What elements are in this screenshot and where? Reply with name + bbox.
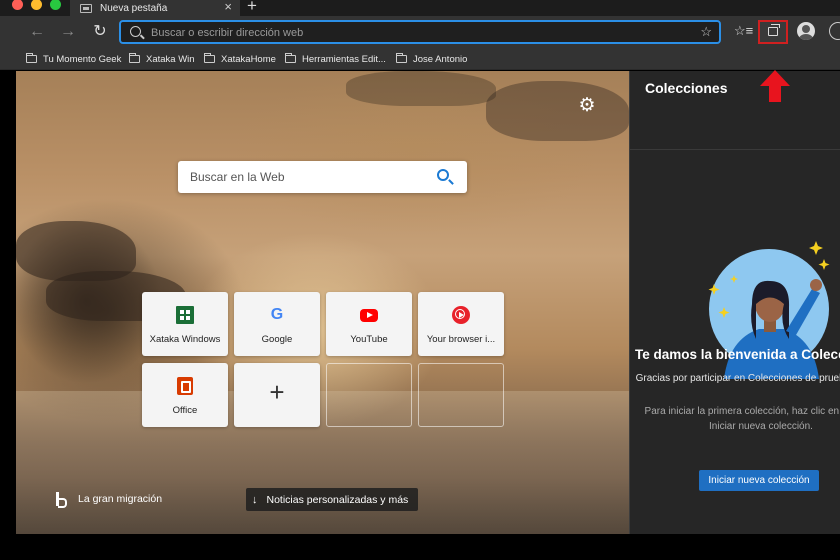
folder-icon (396, 53, 407, 63)
profile-avatar-icon[interactable] (797, 22, 815, 40)
search-icon[interactable] (437, 169, 449, 181)
xataka-windows-icon (176, 306, 194, 324)
thanks-text: Gracias por participar en Colecciones de… (635, 373, 840, 384)
screen: Nueva pestaña × + ← → ↻ ☆ ☆≡ Tu Momento … (0, 0, 840, 560)
add-quick-link-button[interactable]: + (234, 363, 320, 427)
quick-link-label: Google (261, 334, 293, 345)
close-window-button[interactable] (12, 0, 23, 10)
address-input[interactable] (151, 24, 681, 41)
quick-link-office[interactable]: Office (142, 363, 228, 427)
quick-link-youtube[interactable]: YouTube (326, 292, 412, 356)
window-bottom-edge (0, 534, 840, 560)
collections-button[interactable] (758, 20, 788, 44)
youtube-icon (360, 309, 378, 322)
collections-pane: Colecciones Te damos la bienvenida a Col… (629, 71, 840, 534)
empty-quick-link-slot (326, 363, 412, 427)
bookmark-label: Tu Momento Geek (43, 53, 122, 65)
favorite-star-icon[interactable]: ☆ (700, 24, 712, 40)
add-icon: + (269, 377, 285, 407)
bookmark-herramientas[interactable]: Herramientas Edit... (285, 51, 386, 67)
welcome-heading: Te damos la bienvenida a Colecciones (635, 347, 840, 362)
folder-icon (204, 53, 215, 63)
quick-link-label: YouTube (350, 334, 388, 345)
bookmark-label: Jose Antonio (413, 53, 468, 65)
tab-title: Nueva pestaña (100, 2, 168, 14)
start-new-collection-button[interactable]: Iniciar nueva colección (699, 470, 819, 491)
minimize-window-button[interactable] (31, 0, 42, 10)
bookmark-tu-momento-geek[interactable]: Tu Momento Geek (26, 51, 121, 67)
collections-header: Colecciones (630, 71, 840, 150)
favorites-list-icon[interactable]: ☆≡ (734, 23, 753, 39)
toolbar: ← → ↻ ☆ ☆≡ (0, 16, 840, 48)
new-tab-page-icon (80, 3, 92, 13)
hint-text: Para iniciar la primera colección, haz c… (644, 406, 840, 432)
new-tab-page: ⚙ Xataka Windows G Google YouTube Your b… (16, 71, 629, 534)
bookmark-xataka-win[interactable]: Xataka Win (129, 51, 195, 67)
web-search-box[interactable] (178, 161, 467, 193)
bing-logo-icon (56, 492, 67, 508)
collections-icon (768, 24, 780, 36)
maximize-window-button[interactable] (50, 0, 61, 10)
web-search-input[interactable] (190, 168, 420, 186)
bookmarks-bar: Tu Momento Geek Xataka Win XatakaHome He… (0, 48, 840, 70)
image-credit-label: La gran migración (78, 493, 163, 505)
background-image-herd (346, 71, 496, 106)
bookmark-label: XatakaHome (221, 53, 276, 65)
quick-link-xataka-windows[interactable]: Xataka Windows (142, 292, 228, 356)
bookmark-label: Herramientas Edit... (302, 53, 386, 65)
tab-strip: Nueva pestaña × + (0, 0, 840, 16)
arrow-down-icon: ↓ (252, 493, 258, 506)
news-button-label: Noticias personalizadas y más (266, 493, 409, 506)
feedback-smiley-icon[interactable] (829, 22, 840, 40)
quick-link-label: Xataka Windows (149, 334, 221, 345)
red-arrow-annotation-icon (760, 70, 790, 102)
background-image-herd (486, 81, 629, 141)
close-tab-icon[interactable]: × (224, 0, 232, 13)
quick-link-your-browser[interactable]: Your browser i... (418, 292, 504, 356)
quick-link-label: Your browser i... (426, 334, 496, 345)
address-bar[interactable]: ☆ (119, 20, 721, 44)
tab-new-tab[interactable]: Nueva pestaña × (70, 0, 240, 16)
quick-link-label: Office (172, 405, 198, 416)
image-credit[interactable]: La gran migración (56, 492, 163, 508)
google-icon: G (270, 306, 284, 323)
background-image-river (16, 391, 629, 534)
forward-button[interactable]: → (57, 21, 79, 43)
empty-quick-link-slot (418, 363, 504, 427)
folder-icon (26, 53, 37, 63)
personalized-news-button[interactable]: ↓ Noticias personalizadas y más (246, 488, 419, 511)
back-button[interactable]: ← (26, 21, 48, 43)
bookmark-xatakahome[interactable]: XatakaHome (204, 51, 276, 67)
new-tab-button[interactable]: + (247, 0, 257, 14)
reload-button[interactable]: ↻ (89, 21, 111, 43)
bookmark-label: Xataka Win (146, 53, 195, 65)
your-browser-icon (452, 306, 470, 324)
quick-link-google[interactable]: G Google (234, 292, 320, 356)
office-icon (177, 377, 193, 395)
folder-icon (285, 53, 296, 63)
settings-gear-icon[interactable]: ⚙ (578, 96, 596, 115)
search-icon (130, 26, 141, 37)
collections-title: Colecciones (645, 80, 728, 96)
bookmark-jose-antonio[interactable]: Jose Antonio (396, 51, 467, 67)
folder-icon (129, 53, 140, 63)
